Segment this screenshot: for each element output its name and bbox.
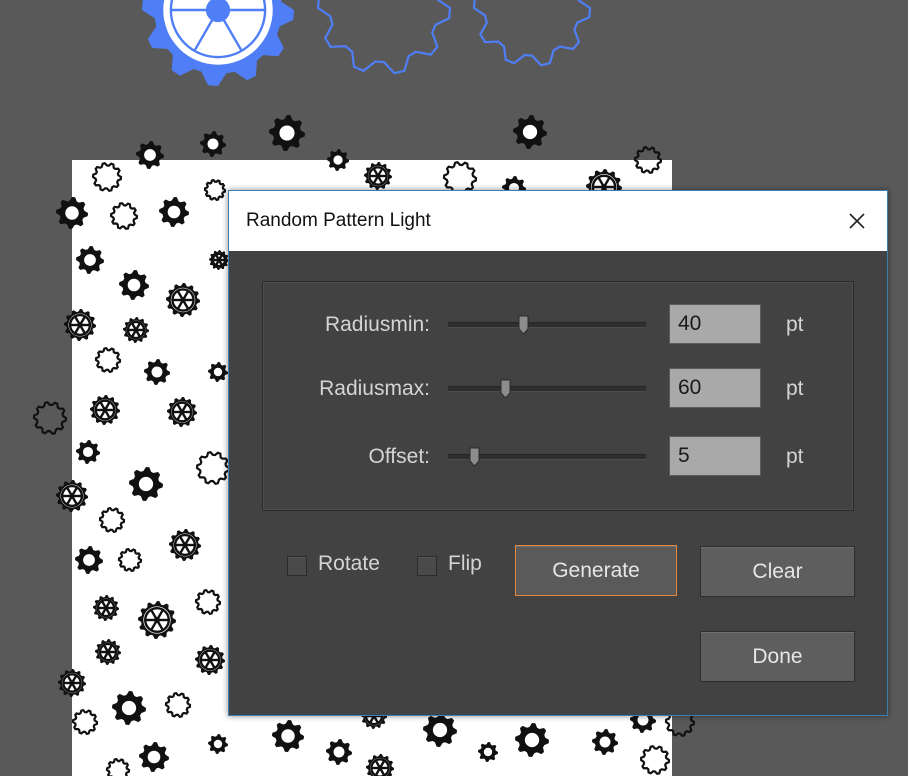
radiusmax-label: Radiusmax: bbox=[319, 377, 430, 400]
gear-icon bbox=[139, 742, 169, 772]
gear-icon bbox=[112, 691, 146, 725]
close-x-icon bbox=[849, 213, 865, 229]
gear-icon bbox=[478, 742, 498, 762]
gear-icon bbox=[326, 739, 352, 765]
gear-icon bbox=[513, 115, 547, 149]
gear-icon bbox=[75, 546, 103, 574]
parameters-panel: Radiusmin: 40 pt Radiusmax: 60 pt Offset… bbox=[262, 281, 854, 511]
offset-slider-thumb[interactable] bbox=[467, 446, 482, 468]
radiusmax-row: Radiusmax: 60 pt bbox=[263, 366, 855, 410]
gear-icon bbox=[472, 0, 592, 67]
dialog-titlebar: Random Pattern Light bbox=[229, 191, 887, 251]
radiusmin-unit: pt bbox=[786, 313, 804, 336]
radiusmin-slider-thumb[interactable] bbox=[516, 314, 531, 336]
radiusmax-unit: pt bbox=[786, 377, 804, 400]
clear-button[interactable]: Clear bbox=[700, 546, 855, 597]
radiusmin-slider[interactable] bbox=[448, 315, 646, 335]
gear-icon bbox=[56, 197, 88, 229]
offset-input[interactable]: 5 bbox=[669, 436, 761, 476]
gear-icon bbox=[269, 115, 305, 151]
gear-icon bbox=[76, 440, 100, 464]
gear-icon bbox=[136, 141, 164, 169]
gear-icon bbox=[423, 713, 457, 747]
gear-icon bbox=[272, 720, 304, 752]
flip-checkbox[interactable] bbox=[417, 556, 437, 576]
offset-unit: pt bbox=[786, 445, 804, 468]
gear-icon bbox=[592, 729, 618, 755]
radiusmax-slider-thumb[interactable] bbox=[498, 378, 513, 400]
offset-slider[interactable] bbox=[448, 447, 646, 467]
close-button[interactable] bbox=[827, 191, 887, 251]
offset-label: Offset: bbox=[368, 445, 430, 468]
flip-label: Flip bbox=[448, 552, 482, 575]
done-button[interactable]: Done bbox=[700, 631, 855, 682]
gear-icon bbox=[159, 197, 189, 227]
gear-icon bbox=[144, 359, 170, 385]
gear-icon bbox=[316, 0, 452, 75]
radiusmax-slider[interactable] bbox=[448, 379, 646, 399]
gear-icon bbox=[200, 131, 226, 157]
offset-row: Offset: 5 pt bbox=[263, 434, 855, 478]
gear-icon bbox=[515, 723, 549, 757]
gear-icon bbox=[119, 270, 149, 300]
gear-icon bbox=[32, 400, 68, 436]
radiusmin-input[interactable]: 40 bbox=[669, 304, 761, 344]
gear-icon bbox=[208, 362, 228, 382]
generate-button[interactable]: Generate bbox=[515, 545, 677, 596]
random-pattern-dialog: Random Pattern Light Radiusmin: 40 pt Ra… bbox=[228, 190, 888, 716]
radiusmax-input[interactable]: 60 bbox=[669, 368, 761, 408]
gear-icon bbox=[76, 246, 104, 274]
gear-icon bbox=[327, 149, 349, 171]
radiusmin-row: Radiusmin: 40 pt bbox=[263, 302, 855, 346]
gear-icon bbox=[208, 734, 228, 754]
rotate-label: Rotate bbox=[318, 552, 380, 575]
gear-icon bbox=[142, 0, 294, 86]
rotate-checkbox[interactable] bbox=[287, 556, 307, 576]
gear-icon bbox=[129, 467, 163, 501]
dialog-title: Random Pattern Light bbox=[246, 210, 431, 231]
radiusmin-label: Radiusmin: bbox=[324, 313, 430, 336]
